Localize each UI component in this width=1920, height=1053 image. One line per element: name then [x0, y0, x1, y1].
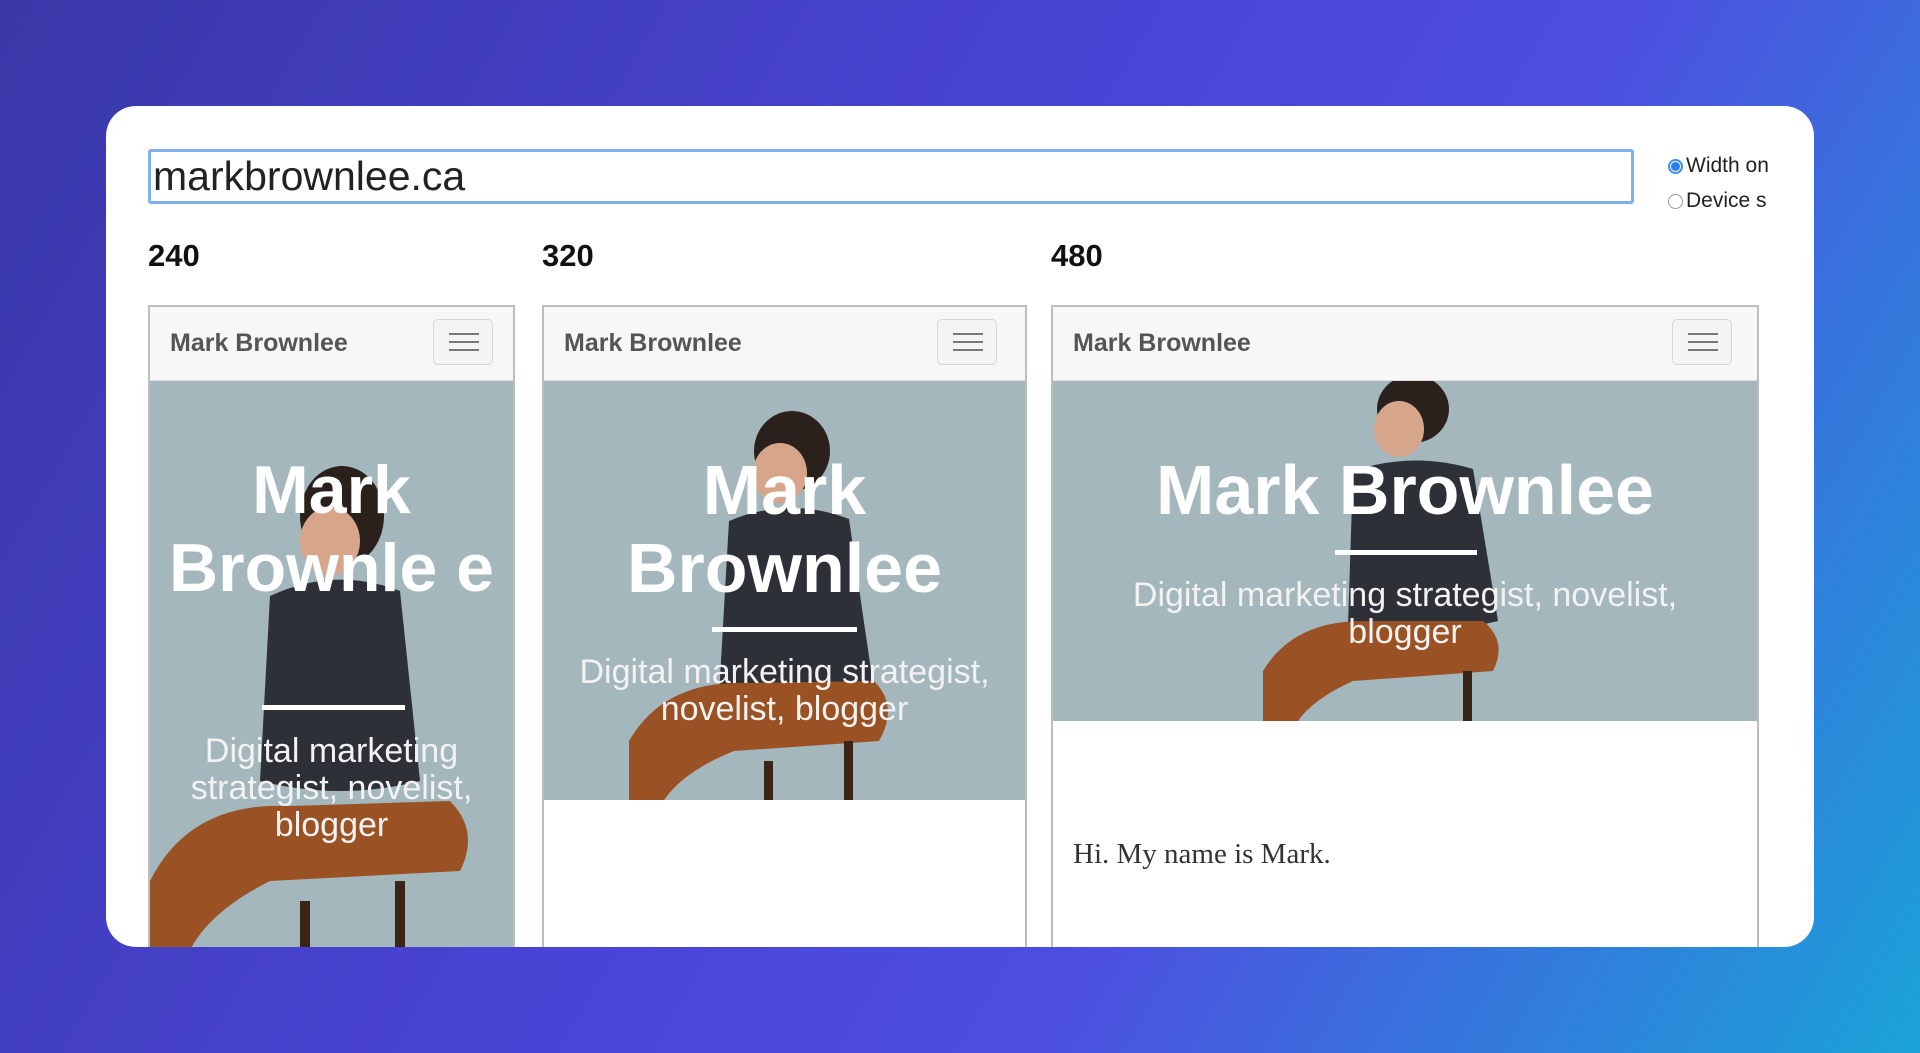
viewport-width-label-240: 240 — [148, 238, 200, 273]
viewport-frame-240[interactable]: Mark Brownlee Mark Brownle e Digital mar… — [148, 305, 515, 947]
hero-section: Mark Brownlee Digital marketing strategi… — [1053, 381, 1757, 721]
width-only-option[interactable]: Width on — [1668, 154, 1778, 178]
hero-subtitle: Digital marketing strategist, novelist, … — [1132, 576, 1678, 651]
hero-title: Mark Brownlee — [1156, 451, 1654, 529]
site-navbar: Mark Brownlee — [544, 307, 1025, 381]
hero-section: Mark Brownlee Digital marketing strategi… — [544, 381, 1025, 800]
hero-divider — [712, 627, 857, 632]
responsive-tester-card: Width on Device s 240 320 480 Mark Brown… — [106, 106, 1814, 947]
site-brand[interactable]: Mark Brownlee — [564, 329, 742, 358]
site-navbar: Mark Brownlee — [150, 307, 513, 381]
hero-divider — [262, 705, 405, 710]
device-size-label: Device s — [1686, 189, 1767, 212]
device-size-option[interactable]: Device s — [1668, 189, 1778, 213]
width-only-label: Width on — [1686, 154, 1769, 177]
hero-subtitle: Digital marketing strategist, novelist, … — [579, 653, 990, 728]
hero-subtitle: Digital marketing strategist, novelist, … — [190, 732, 473, 844]
viewport-width-label-320: 320 — [542, 238, 594, 273]
hero-title: Mark Brownle e — [169, 452, 494, 606]
viewport-width-label-480: 480 — [1051, 238, 1103, 273]
width-only-radio[interactable] — [1668, 158, 1683, 174]
device-size-radio[interactable] — [1668, 193, 1683, 209]
menu-icon[interactable] — [937, 319, 997, 365]
url-input[interactable] — [148, 149, 1634, 204]
site-brand[interactable]: Mark Brownlee — [1073, 329, 1251, 358]
hero-divider — [1335, 550, 1477, 555]
menu-icon[interactable] — [433, 319, 493, 365]
viewport-frame-480[interactable]: Mark Brownlee Mark Brownlee Digital mark… — [1051, 305, 1759, 947]
menu-icon[interactable] — [1672, 319, 1732, 365]
viewport-frame-320[interactable]: Mark Brownlee Mark Brownlee Digital mark… — [542, 305, 1027, 947]
intro-text: Hi. My name is Mark. — [1073, 838, 1331, 870]
hero-section: Mark Brownle e Digital marketing strateg… — [150, 381, 513, 947]
site-brand[interactable]: Mark Brownlee — [170, 329, 348, 358]
hero-title: Mark Brownlee — [626, 451, 943, 607]
site-navbar: Mark Brownlee — [1053, 307, 1757, 381]
